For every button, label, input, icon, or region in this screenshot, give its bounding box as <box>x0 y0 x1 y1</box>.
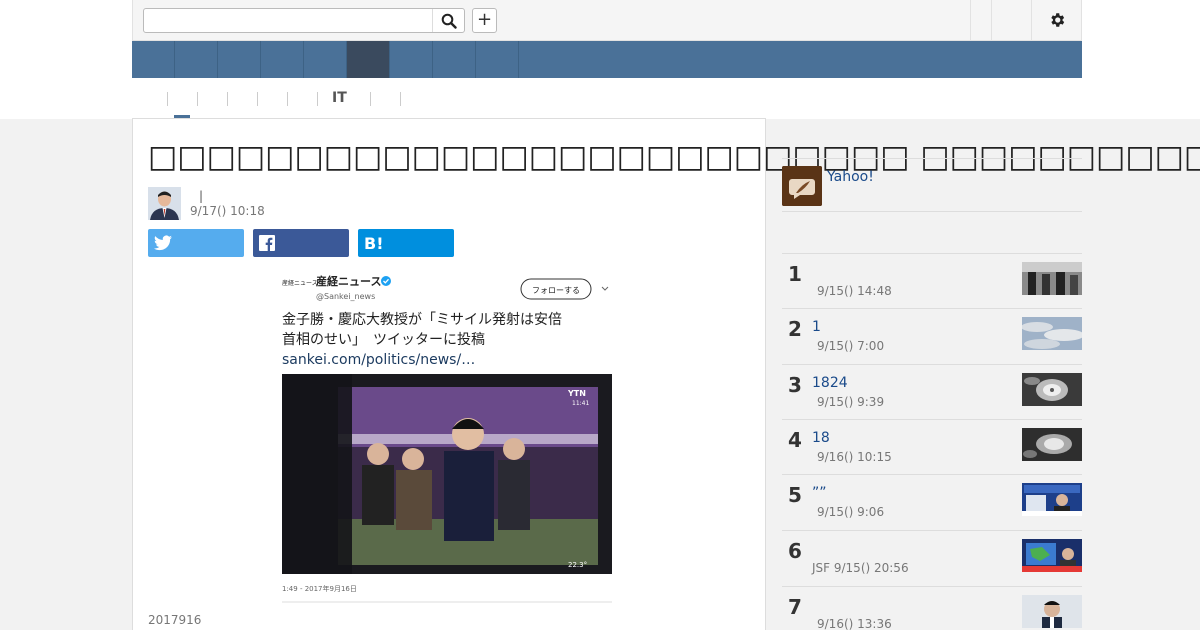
ranking-number: 7 <box>788 595 802 619</box>
ranking-thumbnail[interactable] <box>1022 595 1082 628</box>
nav-item[interactable] <box>132 41 175 78</box>
nav-item[interactable] <box>218 41 261 78</box>
ranking-thumbnail[interactable] <box>1022 373 1082 406</box>
photo-time: 11:41 <box>572 400 589 407</box>
ranking-title[interactable]: 1 <box>812 319 821 335</box>
sidebar-divider <box>782 211 1082 212</box>
facebook-icon <box>259 235 275 251</box>
ranking-meta: 9/15() 9:06 <box>817 505 885 519</box>
twitter-share-button[interactable] <box>148 229 244 257</box>
ranking-item[interactable]: 5 ”” 9/15() 9:06 <box>782 474 1082 529</box>
sub-nav-divider <box>370 92 371 106</box>
verified-icon <box>381 276 391 286</box>
toolbar: + <box>132 0 1082 41</box>
nav-item[interactable] <box>433 41 476 78</box>
nav-item[interactable] <box>390 41 433 78</box>
ranking-number: 1 <box>788 262 802 286</box>
nav-item[interactable] <box>175 41 218 78</box>
tweet-timestamp: 1:49 - 2017年9月16日 <box>282 584 357 593</box>
author-avatar[interactable] <box>148 187 181 220</box>
yahoo-label[interactable]: Yahoo! <box>827 169 874 185</box>
tweet-screenshot: 産経ニュース 産経ニュース @Sankei_news フォローする 金子勝・慶応… <box>268 259 628 607</box>
ranking-meta: 9/15() 9:39 <box>817 395 885 409</box>
sub-nav-divider <box>167 92 168 106</box>
ranking-title[interactable]: 1824 <box>812 375 848 391</box>
image-caption: 2017916 <box>148 613 202 627</box>
sub-nav-divider <box>287 92 288 106</box>
ranking-number: 2 <box>788 317 802 341</box>
ranking-title[interactable]: 18 <box>812 430 830 446</box>
tweet-account-name: 産経ニュース <box>316 274 381 288</box>
ranking-meta: JSF 9/15() 20:56 <box>812 561 909 575</box>
hatena-bookmark-button[interactable]: B! <box>358 229 454 257</box>
tweet-text-line1: 金子勝・慶応大教授が「ミサイル発射は安倍 <box>282 312 562 328</box>
ranking-number: 3 <box>788 373 802 397</box>
nav-item[interactable] <box>476 41 519 78</box>
twitter-icon <box>154 235 172 251</box>
ranking-thumbnail[interactable] <box>1022 483 1082 516</box>
ranking-number: 5 <box>788 483 802 507</box>
hatena-icon: B! <box>364 233 384 253</box>
ranking-title[interactable]: ”” <box>812 485 827 501</box>
tweet-link: sankei.com/politics/news/… <box>282 352 475 368</box>
tweet-text-line2: 首相のせい」 ツイッターに投稿 <box>282 332 485 348</box>
article-date: 9/17() 10:18 <box>190 204 265 218</box>
tweet-handle: @Sankei_news <box>316 292 375 301</box>
ranking-item[interactable]: 4 18 9/16() 10:15 <box>782 419 1082 474</box>
ranking-item[interactable]: 7 9/16() 13:36 <box>782 586 1082 630</box>
tweet-photo: YTN 11:41 22.3° <box>282 374 612 574</box>
follow-label: フォローする <box>532 286 580 295</box>
toolbar-divider <box>1031 0 1032 40</box>
ranking-thumbnail[interactable] <box>1022 262 1082 295</box>
quill-icon <box>782 166 822 206</box>
toolbar-divider <box>991 0 992 40</box>
ranking-meta: 9/16() 13:36 <box>817 617 892 630</box>
ranking-item[interactable]: 3 1824 9/15() 9:39 <box>782 364 1082 419</box>
facebook-share-button[interactable] <box>253 229 349 257</box>
sub-nav-it[interactable]: IT <box>332 90 347 106</box>
article: □□□□□□□□□□□□□□□□□□□□□□□□□□ □□□□□□□□□□ | … <box>132 118 1200 630</box>
nav-item[interactable] <box>261 41 304 78</box>
photo-temperature: 22.3° <box>568 561 587 569</box>
ranking-meta: 9/15() 7:00 <box>817 339 885 353</box>
sub-nav-divider <box>257 92 258 106</box>
photo-channel-label: YTN <box>567 389 586 398</box>
nav-item[interactable] <box>304 41 347 78</box>
embedded-tweet-image: 産経ニュース 産経ニュース @Sankei_news フォローする 金子勝・慶応… <box>268 259 628 607</box>
sidebar-divider <box>782 158 1082 159</box>
settings-button[interactable] <box>1046 9 1068 31</box>
ranking-number: 6 <box>788 539 802 563</box>
tweet-logo-text: 産経ニュース <box>282 279 318 287</box>
search-button[interactable] <box>432 9 464 32</box>
gear-icon <box>1051 13 1065 27</box>
toolbar-divider <box>970 0 971 40</box>
ranking-thumbnail[interactable] <box>1022 428 1082 461</box>
sub-nav-divider <box>197 92 198 106</box>
nav-item-active[interactable] <box>347 41 390 78</box>
yahoo-author-icon[interactable] <box>782 166 822 206</box>
ranking-thumbnail[interactable] <box>1022 539 1082 572</box>
ranking-meta: 9/16() 10:15 <box>817 450 892 464</box>
ranking-number: 4 <box>788 428 802 452</box>
avatar <box>148 187 181 220</box>
category-nav <box>132 41 1082 78</box>
article-title: □□□□□□□□□□□□□□□□□□□□□□□□□□ □□□□□□□□□□ <box>148 139 1200 175</box>
sub-nav-divider <box>227 92 228 106</box>
sub-nav-divider <box>317 92 318 106</box>
search-input[interactable] <box>150 12 420 30</box>
author-separator: | <box>199 189 204 203</box>
search-box <box>143 8 465 33</box>
add-button[interactable]: + <box>472 8 497 33</box>
search-icon <box>441 13 457 29</box>
sidebar: Yahoo! 1 9/15() 14:48 2 1 9/15() 7:00 3 … <box>766 118 1082 630</box>
ranking-item[interactable]: 2 1 9/15() 7:00 <box>782 308 1082 363</box>
ranking-thumbnail[interactable] <box>1022 317 1082 350</box>
ranking-meta: 9/15() 14:48 <box>817 284 892 298</box>
ranking-item[interactable]: 6 JSF 9/15() 20:56 <box>782 530 1082 585</box>
sub-nav-divider <box>400 92 401 106</box>
ranking-item[interactable]: 1 9/15() 14:48 <box>782 253 1082 308</box>
